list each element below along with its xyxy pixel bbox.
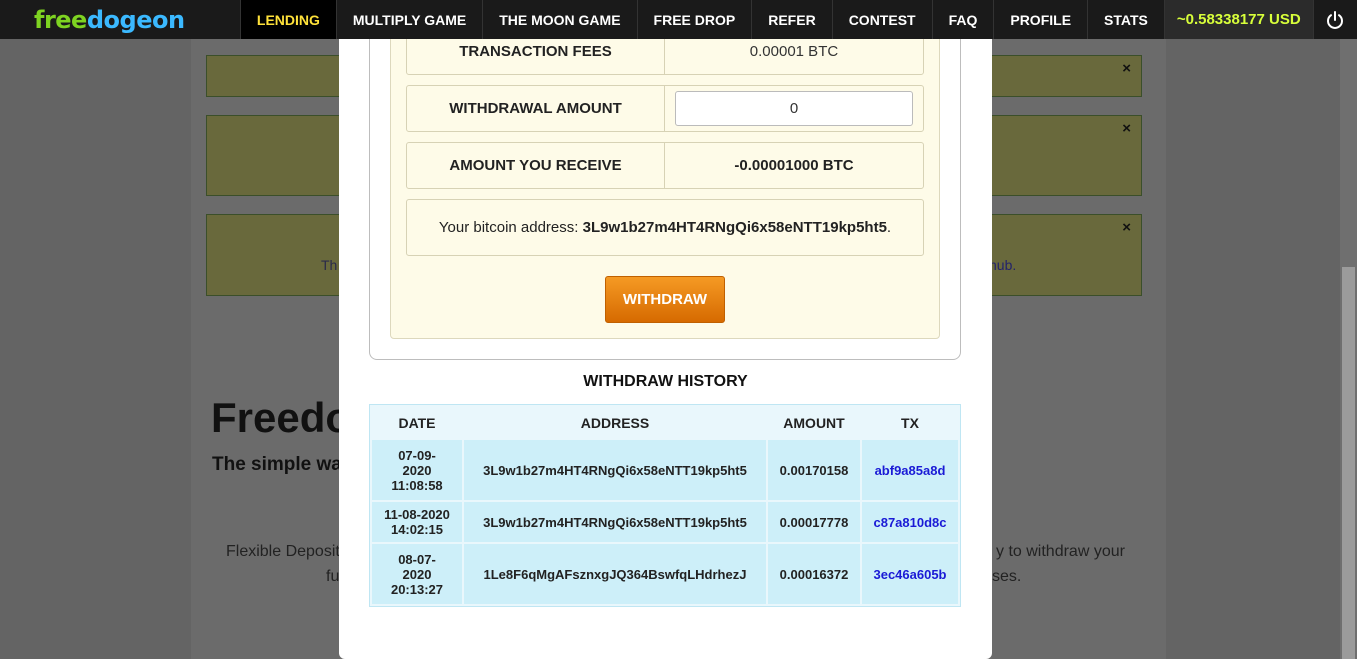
amount-receive-value: -0.00001000 BTC [734, 157, 854, 174]
site-logo[interactable]: free dogeon [0, 0, 240, 39]
row-address: 3L9w1b27m4HT4RNgQi6x58eNTT19kp5ht5 [464, 502, 766, 542]
withdrawal-amount-row: WITHDRAWAL AMOUNT [406, 85, 924, 132]
flex-text-left-2: fu [326, 568, 340, 585]
nav-faq[interactable]: FAQ [931, 0, 994, 39]
row-date: 07-09- 2020 11:08:58 [372, 440, 462, 500]
bitcoin-address-prefix: Your bitcoin address: [438, 219, 579, 236]
row-amount: 0.00170158 [768, 440, 860, 500]
scrollbar-thumb[interactable] [1342, 267, 1355, 659]
page-scrollbar[interactable] [1340, 39, 1357, 659]
row-address: 3L9w1b27m4HT4RNgQi6x58eNTT19kp5ht5 [464, 440, 766, 500]
alert-text-right: hub. [989, 257, 1017, 273]
col-address: ADDRESS [464, 407, 766, 438]
nav-stats[interactable]: STATS [1087, 0, 1164, 39]
logout-button[interactable] [1312, 0, 1357, 39]
alert-close-button-3[interactable]: × [1122, 219, 1131, 236]
balance-display: ~0.58338177 USD [1163, 0, 1313, 39]
withdrawal-amount-input[interactable] [675, 91, 913, 126]
alert-close-button-2[interactable]: × [1122, 120, 1131, 137]
alert-close-button-1[interactable]: × [1122, 60, 1131, 77]
row-amount: 0.00017778 [768, 502, 860, 542]
col-amount: AMOUNT [768, 407, 860, 438]
amount-receive-row: AMOUNT YOU RECEIVE -0.00001000 BTC [406, 142, 924, 189]
withdraw-history-title: WITHDRAW HISTORY [583, 373, 748, 390]
withdraw-history-table: DATE ADDRESS AMOUNT TX 07-09- 2020 11:08:5… [369, 404, 961, 607]
row-date: 11-08-2020 14:02:15 [372, 502, 462, 542]
nav-profile[interactable]: PROFILE [993, 0, 1087, 39]
flex-text-right-2: ses. [992, 568, 1022, 585]
bitcoin-address-suffix: . [886, 219, 892, 236]
alert-text-left: Th [321, 257, 338, 273]
flex-text-left: Flexible Deposit [226, 543, 340, 560]
logo-part-free: free [34, 5, 87, 34]
row-address: 1Le8F6qMgAFsznxgJQ364BswfqLHdrhezJ [464, 544, 766, 604]
nav-contest[interactable]: CONTEST [831, 0, 932, 39]
bitcoin-address: 3L9w1b27m4HT4RNgQi6x58eNTT19kp5ht5 [582, 219, 887, 236]
row-tx-link[interactable]: c87a810d8c [862, 502, 958, 542]
col-tx: TX [862, 407, 958, 438]
table-row: 11-08-2020 14:02:15 3L9w1b27m4HT4RNgQi6x5… [372, 502, 958, 542]
table-row: 08-07- 2020 20:13:27 1Le8F6qMgAFsznxgJQ364… [372, 544, 958, 604]
nav-multiply-game[interactable]: MULTIPLY GAME [335, 0, 482, 39]
withdraw-modal: TRANSACTION FEES 0.00001 BTC WITHDRAWAL … [339, 20, 992, 659]
col-date: DATE [372, 407, 462, 438]
flex-text-right: y to withdraw your [996, 543, 1125, 560]
logo-part-dogeon: dogeon [86, 5, 185, 34]
hero-subtitle: The simple wa [212, 454, 342, 475]
power-icon [1327, 10, 1344, 29]
nav-free-drop[interactable]: FREE DROP [636, 0, 752, 39]
amount-receive-label: AMOUNT YOU RECEIVE [407, 143, 665, 188]
hero-title: Freedo [211, 394, 352, 441]
row-tx-link[interactable]: 3ec46a605b [862, 544, 958, 604]
row-date: 08-07- 2020 20:13:27 [372, 544, 462, 604]
nav-moon-game[interactable]: THE MOON GAME [482, 0, 636, 39]
row-amount: 0.00016372 [768, 544, 860, 604]
table-row: 07-09- 2020 11:08:58 3L9w1b27m4HT4RNgQi6x5… [372, 440, 958, 500]
bitcoin-address-row: Your bitcoin address: 3L9w1b27m4HT4RNgQi… [406, 199, 924, 256]
top-nav: free dogeon LENDING MULTIPLY GAME THE MOO… [0, 0, 1357, 39]
nav-refer[interactable]: REFER [751, 0, 831, 39]
nav-lending[interactable]: LENDING [239, 0, 336, 39]
withdrawal-amount-label: WITHDRAWAL AMOUNT [407, 86, 665, 131]
row-tx-link[interactable]: abf9a85a8d [862, 440, 958, 500]
withdraw-button[interactable]: WITHDRAW [605, 276, 725, 323]
